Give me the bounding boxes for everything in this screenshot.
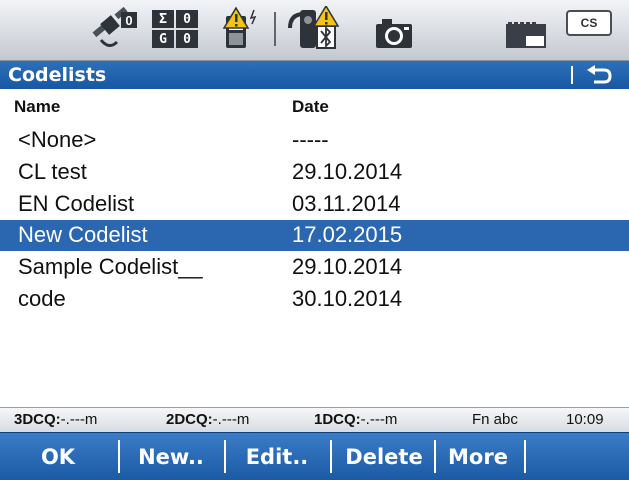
memory-card-icon[interactable]: [500, 6, 552, 54]
row-name: Sample Codelist__: [18, 254, 203, 279]
battery-label: CS: [580, 16, 598, 30]
g-value: 0: [176, 30, 198, 48]
column-header-name[interactable]: Name: [14, 97, 60, 117]
row-name: CL test: [18, 159, 87, 184]
column-header-date[interactable]: Date: [292, 97, 329, 117]
1d-quality: 1DCQ:-.---m: [314, 411, 398, 428]
fkey-separator: [524, 440, 526, 473]
table-header: Name Date: [0, 89, 629, 124]
row-date: 29.10.2014: [292, 159, 403, 184]
fkey-separator: [434, 440, 436, 473]
row-name: <None>: [18, 127, 97, 152]
more-button[interactable]: More: [438, 433, 518, 480]
battery-icon[interactable]: CS: [566, 10, 612, 36]
controller-warning-icon[interactable]: [218, 6, 262, 54]
observation-counter[interactable]: Σ 0 G 0: [152, 10, 198, 48]
row-date: 29.10.2014: [292, 254, 403, 279]
sigma-value: 0: [176, 10, 198, 28]
row-date: 03.11.2014: [292, 191, 401, 216]
title-separator: [571, 66, 573, 84]
table-row[interactable]: <None> -----: [0, 125, 629, 156]
quality-status-line: 3DCQ:-.---m 2DCQ:-.---m 1DCQ:-.---m Fn a…: [0, 407, 629, 432]
page-title: Codelists: [8, 64, 107, 86]
row-date: -----: [292, 127, 329, 152]
satellite-icon[interactable]: 0: [86, 6, 148, 54]
table-row[interactable]: Sample Codelist__ 29.10.2014: [0, 252, 629, 283]
row-name: EN Codelist: [18, 191, 135, 216]
row-name: New Codelist: [18, 222, 148, 247]
table-row[interactable]: EN Codelist 03.11.2014: [0, 189, 629, 220]
back-arrow-icon[interactable]: [584, 62, 614, 88]
table-row[interactable]: code 30.10.2014: [0, 284, 629, 315]
3d-quality: 3DCQ:-.---m: [14, 411, 98, 428]
satellite-count: 0: [125, 13, 132, 28]
row-date: 17.02.2015: [292, 222, 403, 247]
edit-button[interactable]: Edit..: [228, 433, 326, 480]
status-divider: [274, 12, 276, 46]
clock: 10:09: [566, 411, 604, 428]
row-date: 30.10.2014: [292, 286, 403, 311]
ok-button[interactable]: OK: [8, 433, 108, 480]
table-row[interactable]: CL test 29.10.2014: [0, 157, 629, 188]
codelists-screen: 0 Σ 0 G 0 CS Codelists Name Date <None> …: [0, 0, 629, 480]
sigma-label: Σ: [152, 10, 174, 28]
fkey-separator: [118, 440, 120, 473]
delete-button[interactable]: Delete: [334, 433, 434, 480]
fkey-separator: [224, 440, 226, 473]
codelist-table[interactable]: Name Date <None> ----- CL test 29.10.201…: [0, 89, 629, 407]
row-name: code: [18, 286, 66, 311]
table-row-selected[interactable]: New Codelist 17.02.2015: [0, 220, 629, 251]
2d-quality: 2DCQ:-.---m: [166, 411, 250, 428]
status-bar: 0 Σ 0 G 0 CS: [0, 0, 629, 61]
function-key-bar: OK New.. Edit.. Delete More: [0, 432, 629, 480]
instrument-bluetooth-warning-icon[interactable]: [284, 6, 344, 54]
input-mode[interactable]: Fn abc: [472, 411, 518, 428]
f6-button[interactable]: [528, 433, 624, 480]
camera-icon[interactable]: [370, 6, 418, 54]
g-label: G: [152, 30, 174, 48]
new-button[interactable]: New..: [122, 433, 220, 480]
title-bar: Codelists: [0, 61, 629, 89]
fkey-separator: [330, 440, 332, 473]
